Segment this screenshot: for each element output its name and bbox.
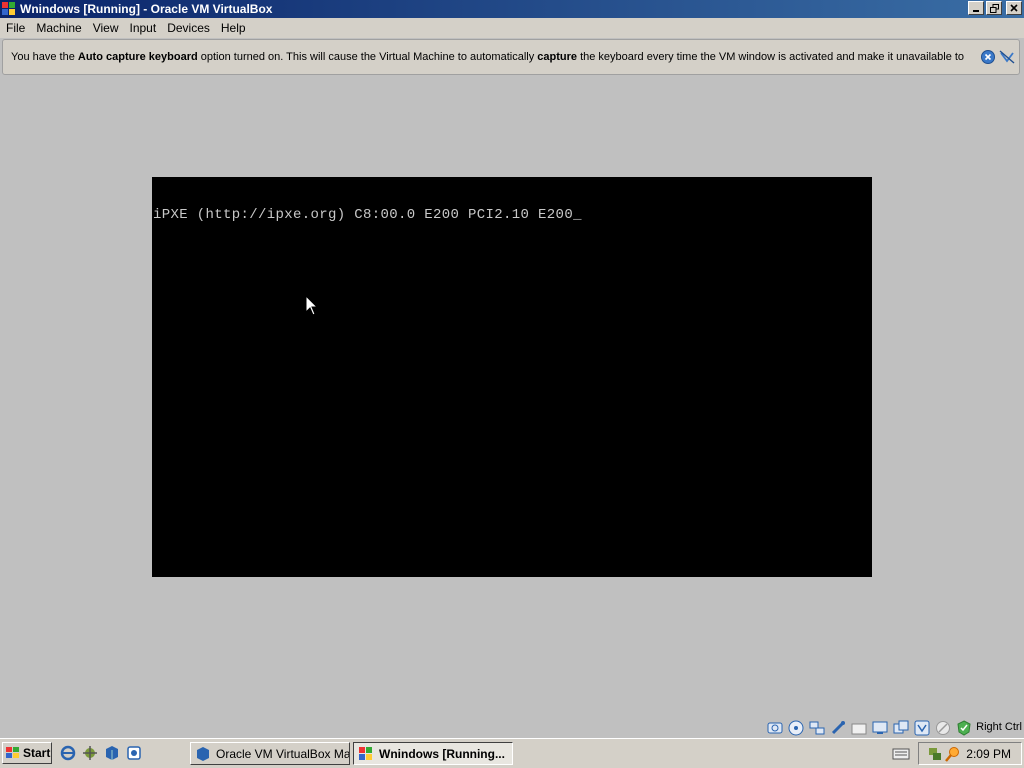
internet-explorer-icon[interactable] xyxy=(60,745,76,761)
notice-message: You have the Auto capture keyboard optio… xyxy=(11,51,964,63)
task-label: Wnindows [Running... xyxy=(379,746,505,761)
optical-drive-icon[interactable] xyxy=(788,720,804,736)
virtualbox-quick-icon[interactable] xyxy=(104,745,120,761)
restore-icon xyxy=(989,3,999,13)
window-controls xyxy=(968,1,1022,15)
device-status-icons xyxy=(767,720,972,736)
restore-button[interactable] xyxy=(986,1,1002,15)
start-label: Start xyxy=(23,746,51,760)
minimize-icon xyxy=(973,10,979,12)
hard-disk-icon[interactable] xyxy=(767,720,783,736)
virtualization-icon[interactable] xyxy=(914,720,930,736)
notice-text-2: option turned on. This will cause the Vi… xyxy=(197,51,538,63)
keyboard-layout-icon[interactable] xyxy=(892,747,910,761)
console-output: iPXE (http://ipxe.org) C8:00.0 E200 PCI2… xyxy=(153,207,582,223)
search-tray-icon[interactable] xyxy=(945,746,961,762)
notice-do-not-show-icon[interactable] xyxy=(999,50,1015,64)
notice-text-3: the keyboard every time the VM window is… xyxy=(577,51,965,63)
menu-devices[interactable]: Devices xyxy=(161,21,215,35)
host-key-label: Right Ctrl xyxy=(976,721,1022,733)
windows-flag-icon xyxy=(6,747,19,758)
virtualbox-app-icon xyxy=(2,2,15,15)
menu-machine[interactable]: Machine xyxy=(30,21,86,35)
taskbar-task-vm-window[interactable]: Wnindows [Running... xyxy=(353,742,513,765)
vm-display[interactable]: iPXE (http://ipxe.org) C8:00.0 E200 PCI2… xyxy=(152,177,872,577)
network-tray-icon[interactable] xyxy=(927,746,943,762)
mouse-integration-icon[interactable] xyxy=(935,720,951,736)
menu-file[interactable]: File xyxy=(0,21,30,35)
task-label: Oracle VM VirtualBox Ma... xyxy=(216,746,350,761)
windows-taskbar: Start Oracle VM VirtualBox Ma... Wnindow… xyxy=(0,738,1024,768)
menu-bar: File Machine View Input Devices Help xyxy=(0,18,1024,38)
menu-help[interactable]: Help xyxy=(215,21,251,35)
quick-launch xyxy=(60,745,142,761)
mouse-pointer-icon xyxy=(305,295,319,316)
system-tray: 2:09 PM xyxy=(918,742,1022,765)
notice-text-1: You have the xyxy=(11,51,78,63)
shared-folders-icon[interactable] xyxy=(851,720,867,736)
close-icon xyxy=(1010,4,1018,12)
start-button[interactable]: Start xyxy=(2,742,52,764)
video-capture-icon[interactable] xyxy=(893,720,909,736)
vm-window-task-icon xyxy=(359,746,372,760)
vm-status-bar: Right Ctrl xyxy=(0,718,1024,738)
window-title: Wnindows [Running] - Oracle VM VirtualBo… xyxy=(20,2,273,16)
network-tools-icon[interactable] xyxy=(82,745,98,761)
notice-close-icon[interactable] xyxy=(981,50,995,64)
auto-capture-notice: You have the Auto capture keyboard optio… xyxy=(2,39,1020,75)
clock: 2:09 PM xyxy=(966,747,1011,761)
show-desktop-icon[interactable] xyxy=(126,745,142,761)
virtualbox-task-icon xyxy=(197,746,209,761)
window-titlebar[interactable]: Wnindows [Running] - Oracle VM VirtualBo… xyxy=(0,0,1024,18)
minimize-button[interactable] xyxy=(968,1,984,15)
close-button[interactable] xyxy=(1006,1,1022,15)
menu-input[interactable]: Input xyxy=(124,21,162,35)
taskbar-task-virtualbox-manager[interactable]: Oracle VM VirtualBox Ma... xyxy=(190,742,350,765)
notice-bold-2: capture xyxy=(537,51,578,63)
host-key-status-icon[interactable] xyxy=(956,720,972,736)
notice-bold-1: Auto capture keyboard xyxy=(77,51,198,63)
network-icon[interactable] xyxy=(809,720,825,736)
usb-icon[interactable] xyxy=(830,720,846,736)
menu-view[interactable]: View xyxy=(87,21,124,35)
display-icon[interactable] xyxy=(872,720,888,736)
